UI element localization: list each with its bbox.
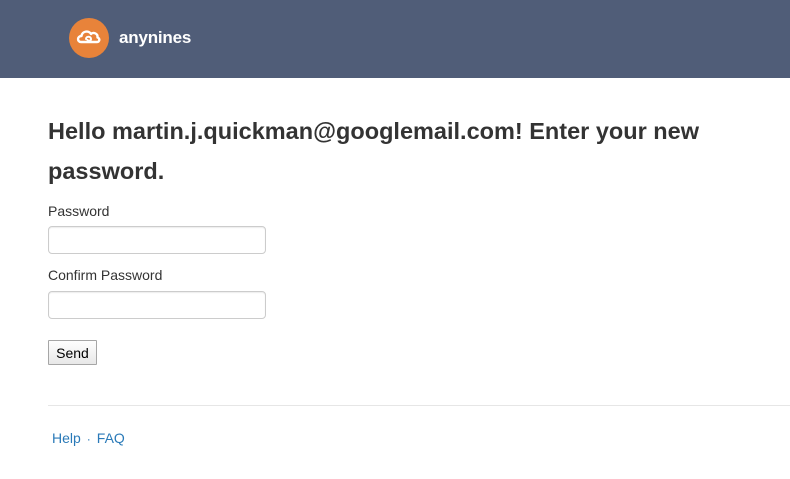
page-title: Hello martin.j.quickman@googlemail.com! … [48, 118, 700, 184]
help-link[interactable]: Help [52, 430, 81, 446]
footer-separator: · [86, 432, 91, 446]
confirm-password-input[interactable] [48, 291, 266, 319]
password-input[interactable] [48, 226, 266, 254]
send-button[interactable]: Send [48, 340, 97, 365]
cloud-icon[interactable] [69, 18, 109, 58]
confirm-password-label: Confirm Password [48, 267, 163, 283]
faq-link[interactable]: FAQ [97, 430, 125, 446]
password-label: Password [48, 203, 110, 219]
footer-links: Help · FAQ [52, 429, 125, 448]
footer-divider [48, 405, 790, 406]
brand-name[interactable]: anynines [119, 28, 191, 48]
top-navbar: anynines [0, 0, 790, 78]
